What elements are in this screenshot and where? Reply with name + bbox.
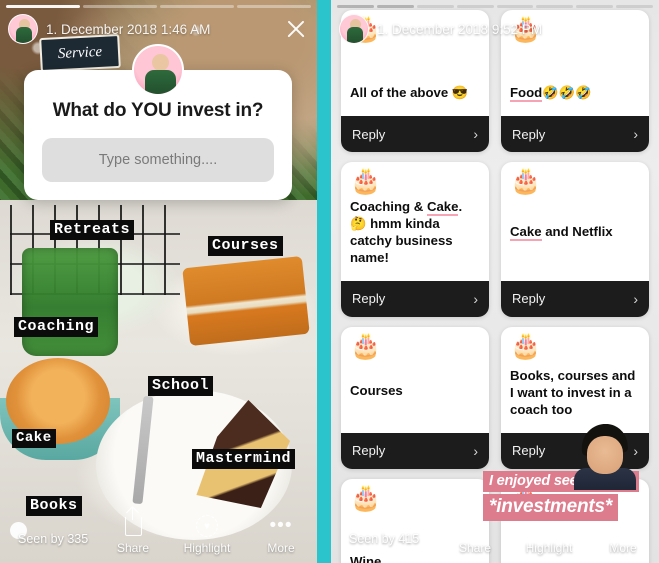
- progress-segment[interactable]: [496, 5, 534, 8]
- progress-segment[interactable]: [160, 5, 234, 8]
- panel-divider: [317, 0, 331, 563]
- chevron-right-icon: ›: [473, 126, 478, 142]
- reply-card-body: 🎂 Cake and Netflix: [501, 162, 649, 281]
- reply-card-body: 🎂 Coaching & Cake. 🤔 hmm kinda catchy bus…: [341, 162, 489, 281]
- highlight-button[interactable]: ♥ Highlight: [181, 513, 233, 555]
- seen-by-label: Seen by 335: [18, 531, 89, 546]
- story-footer-left: Seen by 335 Share ♥ Highlight ••• More: [0, 501, 317, 563]
- close-icon[interactable]: [625, 16, 651, 42]
- more-dots-icon: •••: [269, 515, 293, 537]
- reply-card[interactable]: 🎂 Cake and Netflix Reply ›: [501, 162, 649, 317]
- caption-line-2: *investments*: [483, 494, 619, 521]
- footer-actions-left: Share ♥ Highlight ••• More: [107, 506, 307, 555]
- reply-text: Coaching & Cake. 🤔 hmm kinda catchy busi…: [350, 199, 463, 265]
- story-progress-bar[interactable]: [6, 5, 311, 8]
- reply-card-body: 🎂 Courses: [341, 327, 489, 433]
- chevron-right-icon: ›: [473, 290, 478, 307]
- reply-button[interactable]: Reply ›: [341, 432, 489, 469]
- reply-label: Reply: [512, 126, 546, 142]
- seen-by-right[interactable]: Seen by 415: [341, 522, 419, 555]
- share-icon: [107, 506, 159, 539]
- chalkboard-text: Service: [57, 43, 103, 62]
- decor-carrot-cake: [182, 255, 310, 347]
- more-label: More: [267, 541, 295, 555]
- reply-card-body: 🎂 Books, courses and I want to invest in …: [501, 327, 649, 433]
- birthday-cake-icon: 🎂: [350, 331, 382, 360]
- spellcheck-underline: Cake: [426, 199, 459, 216]
- more-label: More: [609, 541, 637, 555]
- share-label: Share: [116, 541, 150, 555]
- progress-segment[interactable]: [337, 5, 374, 8]
- story-header-right: 1. December 2018 9:52 PM: [339, 14, 651, 44]
- reply-button[interactable]: Reply ›: [341, 116, 489, 152]
- elvis-presley-sticker: [568, 424, 640, 490]
- dual-story-screenshot: 1. December 2018 1:46 AM Service What do…: [0, 0, 659, 563]
- reply-label: Reply: [352, 443, 386, 459]
- decor-mint-drink: [22, 248, 118, 356]
- chevron-right-icon: ›: [473, 442, 478, 459]
- progress-segment[interactable]: [576, 5, 614, 8]
- story-timestamp: 1. December 2018 9:52 PM: [377, 21, 543, 37]
- story-timestamp: 1. December 2018 1:46 AM: [46, 21, 211, 37]
- reply-label: Reply: [512, 443, 546, 459]
- progress-segment[interactable]: [6, 5, 80, 8]
- story-text-tag: Retreats: [50, 220, 135, 240]
- story-progress-bar[interactable]: [337, 5, 653, 8]
- seen-by-left[interactable]: Seen by 335: [10, 522, 88, 555]
- reply-button[interactable]: Reply ›: [341, 280, 489, 317]
- more-button[interactable]: ••• More: [255, 513, 307, 555]
- progress-segment[interactable]: [83, 5, 157, 8]
- birthday-cake-icon: 🎂: [510, 331, 542, 360]
- reply-label: Reply: [352, 291, 386, 307]
- progress-segment[interactable]: [456, 5, 494, 8]
- share-button[interactable]: Share: [107, 506, 159, 555]
- progress-segment[interactable]: [416, 5, 454, 8]
- question-sticker: What do YOU invest in? Type something...…: [24, 44, 292, 200]
- reply-text: All of the above 😎: [350, 85, 469, 101]
- reply-label: Reply: [512, 291, 546, 307]
- reply-text: Courses: [350, 382, 403, 398]
- question-answer-input[interactable]: Type something....: [42, 138, 274, 182]
- birthday-cake-icon: 🎂: [350, 167, 382, 195]
- spellcheck-underline: Cake: [510, 224, 542, 242]
- birthday-cake-icon: 🎂: [510, 167, 542, 195]
- chevron-right-icon: ›: [633, 126, 638, 142]
- question-avatar: [132, 44, 184, 96]
- reply-label: Reply: [352, 126, 386, 142]
- story-text-tag: School: [148, 376, 214, 396]
- close-icon[interactable]: [283, 16, 309, 42]
- progress-segment[interactable]: [237, 5, 311, 8]
- story-text-tag: Cake: [12, 429, 56, 448]
- share-label: Share: [458, 541, 492, 555]
- avatar[interactable]: [339, 14, 369, 44]
- story-text-tag: Mastermind: [192, 449, 296, 469]
- question-title: What do YOU invest in?: [52, 100, 264, 121]
- chevron-right-icon: ›: [633, 290, 638, 307]
- progress-segment[interactable]: [616, 5, 653, 8]
- highlight-heart-icon: ♥: [181, 513, 233, 539]
- progress-segment[interactable]: [376, 5, 414, 8]
- reply-text: Books, courses and I want to invest in a…: [510, 367, 636, 417]
- progress-segment[interactable]: [536, 5, 574, 8]
- reply-text: Cake and Netflix: [510, 224, 613, 242]
- highlight-label: Highlight: [183, 541, 231, 555]
- replies-panel-right: 1. December 2018 9:52 PM 🎂 All of the abo…: [331, 0, 659, 563]
- story-text-tag: Courses: [208, 236, 283, 256]
- spellcheck-underline: Food: [510, 85, 543, 103]
- reply-button[interactable]: Reply ›: [501, 116, 649, 152]
- reply-text: Food🤣🤣🤣: [510, 85, 592, 103]
- highlight-label: Highlight: [525, 541, 573, 555]
- story-header-left: 1. December 2018 1:46 AM: [8, 14, 309, 44]
- avatar[interactable]: [8, 14, 38, 44]
- reply-card[interactable]: 🎂 Courses Reply ›: [341, 326, 489, 469]
- story-panel-left: 1. December 2018 1:46 AM Service What do…: [0, 0, 317, 563]
- seen-by-label: Seen by 415: [349, 531, 420, 546]
- reply-card[interactable]: 🎂 Coaching & Cake. 🤔 hmm kinda catchy bus…: [341, 162, 489, 317]
- story-text-tag: Coaching: [14, 317, 99, 337]
- reply-button[interactable]: Reply ›: [501, 280, 649, 317]
